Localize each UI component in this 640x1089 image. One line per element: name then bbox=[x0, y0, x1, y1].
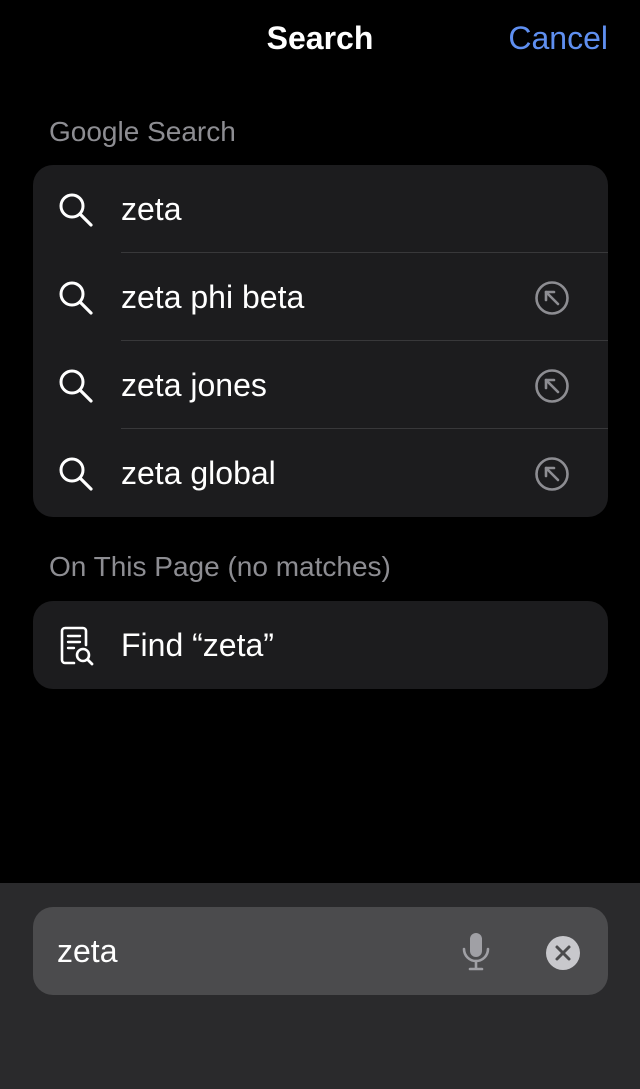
document-search-icon bbox=[60, 626, 94, 666]
bottom-toolbar: zeta bbox=[0, 883, 640, 1089]
suggestion-row[interactable]: zeta bbox=[33, 165, 608, 253]
search-icon bbox=[59, 193, 93, 227]
cancel-button[interactable]: Cancel bbox=[508, 18, 608, 58]
find-on-page-row[interactable]: Find “zeta” bbox=[33, 601, 608, 689]
arrow-up-left-circle-icon[interactable] bbox=[533, 367, 571, 405]
search-screen: Search Cancel Google Search zeta zeta ph… bbox=[0, 0, 640, 1089]
suggestion-label: zeta jones bbox=[121, 367, 267, 403]
on-this-page-header: On This Page (no matches) bbox=[49, 551, 391, 582]
microphone-icon[interactable] bbox=[459, 931, 493, 973]
suggestion-label: zeta phi beta bbox=[121, 279, 305, 315]
find-on-page-group: Find “zeta” bbox=[33, 601, 608, 689]
search-icon bbox=[59, 281, 93, 315]
find-on-page-label: Find “zeta” bbox=[121, 627, 274, 663]
suggestion-row[interactable]: zeta jones bbox=[33, 341, 608, 429]
arrow-up-left-circle-icon[interactable] bbox=[533, 279, 571, 317]
clear-icon[interactable] bbox=[545, 935, 581, 971]
suggestions-list: zeta zeta phi beta zeta jones zeta globa… bbox=[33, 165, 608, 517]
suggestion-row[interactable]: zeta global bbox=[33, 429, 608, 517]
arrow-up-left-circle-icon[interactable] bbox=[533, 455, 571, 493]
suggestion-label: zeta global bbox=[121, 455, 276, 491]
google-search-header: Google Search bbox=[49, 116, 236, 147]
suggestion-label: zeta bbox=[121, 191, 182, 227]
suggestion-row[interactable]: zeta phi beta bbox=[33, 253, 608, 341]
search-icon bbox=[59, 457, 93, 491]
search-input-value: zeta bbox=[57, 933, 118, 969]
search-input[interactable]: zeta bbox=[33, 907, 608, 995]
search-icon bbox=[59, 369, 93, 403]
